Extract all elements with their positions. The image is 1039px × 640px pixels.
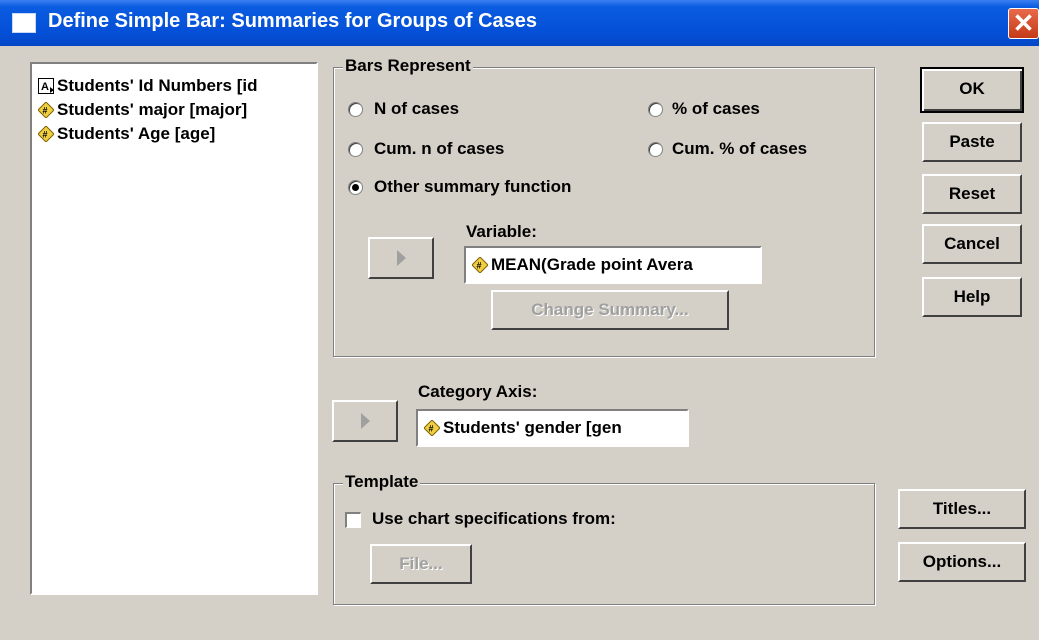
category-axis-field[interactable]: # Students' gender [gen	[416, 409, 689, 447]
svg-text:#: #	[43, 106, 48, 116]
list-item[interactable]: # Students' Age [age]	[38, 124, 215, 144]
numeric-variable-icon: #	[472, 257, 488, 273]
right-arrow-icon	[397, 250, 406, 266]
title-bar: Define Simple Bar: Summaries for Groups …	[0, 0, 1039, 46]
radio-other-summary-function-label: Other summary function	[374, 177, 572, 196]
list-item-label: Students' Id Numbers [id	[57, 76, 258, 95]
options-button[interactable]: Options...	[898, 542, 1026, 582]
svg-text:#: #	[43, 130, 48, 140]
file-button[interactable]: File...	[370, 544, 472, 584]
list-item-label: Students' major [major]	[57, 100, 248, 119]
use-chart-spec-checkbox[interactable]	[345, 512, 361, 528]
window-title: Define Simple Bar: Summaries for Groups …	[48, 10, 538, 32]
use-chart-spec-label: Use chart specifications from:	[372, 509, 616, 528]
source-variable-list[interactable]: A Students' Id Numbers [id # Students' m…	[30, 62, 318, 595]
radio-cum-n-of-cases-label: Cum. n of cases	[374, 139, 505, 158]
radio-selected-dot	[352, 184, 359, 191]
radio-pct-of-cases[interactable]	[648, 102, 663, 117]
move-category-button[interactable]	[332, 400, 398, 442]
close-button[interactable]: ✕	[1008, 8, 1039, 39]
list-item[interactable]: A Students' Id Numbers [id	[38, 76, 258, 96]
template-legend: Template	[343, 472, 421, 492]
radio-cum-n-of-cases[interactable]	[348, 142, 363, 157]
paste-button[interactable]: Paste	[922, 122, 1022, 162]
string-variable-icon: A	[38, 78, 54, 94]
numeric-variable-icon: #	[38, 126, 54, 142]
svg-text:A: A	[41, 81, 49, 93]
ok-button[interactable]: OK	[920, 67, 1024, 113]
help-button[interactable]: Help	[922, 277, 1022, 317]
window-icon	[12, 13, 36, 33]
svg-text:#: #	[429, 424, 434, 434]
category-axis-field-content: # Students' gender [gen	[424, 418, 622, 438]
radio-cum-pct-of-cases[interactable]	[648, 142, 663, 157]
radio-n-of-cases[interactable]	[348, 102, 363, 117]
variable-label: Variable:	[466, 222, 537, 241]
numeric-variable-icon: #	[38, 102, 54, 118]
list-item[interactable]: # Students' major [major]	[38, 100, 247, 120]
cancel-button[interactable]: Cancel	[922, 224, 1022, 264]
variable-field[interactable]: # MEAN(Grade point Avera	[464, 246, 762, 284]
svg-text:#: #	[477, 261, 482, 271]
list-item-label: Students' Age [age]	[57, 124, 216, 143]
radio-n-of-cases-label: N of cases	[374, 99, 460, 118]
move-variable-button[interactable]	[368, 237, 434, 279]
bars-represent-legend: Bars Represent	[343, 56, 473, 76]
reset-button[interactable]: Reset	[922, 174, 1022, 214]
numeric-variable-icon: #	[424, 420, 440, 436]
radio-cum-pct-of-cases-label: Cum. % of cases	[672, 139, 808, 158]
variable-field-value: MEAN(Grade point Avera	[491, 255, 693, 274]
radio-pct-of-cases-label: % of cases	[672, 99, 760, 118]
category-axis-label: Category Axis:	[418, 382, 538, 401]
category-axis-value: Students' gender [gen	[443, 418, 622, 437]
change-summary-button[interactable]: Change Summary...	[491, 290, 729, 330]
variable-field-content: # MEAN(Grade point Avera	[472, 255, 693, 275]
right-arrow-icon	[361, 413, 370, 429]
titles-button[interactable]: Titles...	[898, 489, 1026, 529]
radio-other-summary-function[interactable]	[348, 180, 363, 195]
